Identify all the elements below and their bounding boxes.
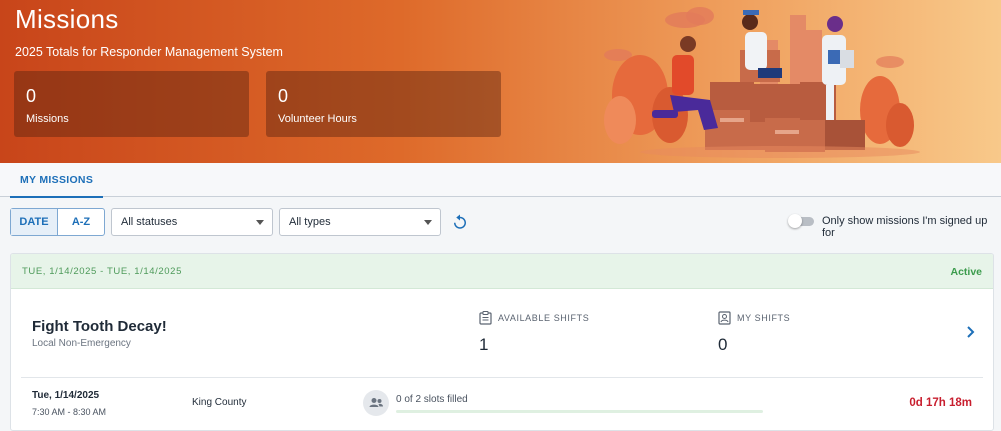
refresh-icon[interactable] [451,213,469,231]
slots-filled-text: 0 of 2 slots filled [396,394,468,405]
shift-location: King County [192,397,247,408]
status-filter-value: All statuses [121,216,178,228]
volunteer-hours-count: 0 [278,86,289,106]
toggle-knob [788,214,802,228]
my-shifts-label: MY SHIFTS [737,313,791,323]
sort-az-button[interactable]: A-Z [57,209,104,235]
shift-countdown: 0d 17h 18m [909,397,972,409]
available-shifts-count: 1 [479,335,489,354]
clipboard-icon [479,311,492,325]
shift-date: Tue, 1/14/2025 [32,390,100,401]
page-title: Missions [15,4,119,34]
signed-up-toggle[interactable] [788,214,814,228]
mission-type: Local Non-Emergency [32,338,131,349]
chevron-down-icon [424,220,432,225]
available-shifts-label: AVAILABLE SHIFTS [498,313,590,323]
volunteer-hours-label: Volunteer Hours [278,113,357,125]
my-shifts-count: 0 [718,335,728,354]
my-shifts-block: MY SHIFTS 0 [718,311,790,355]
shift-time: 7:30 AM - 8:30 AM [32,407,107,417]
signed-up-toggle-label: Only show missions I'm signed up for [822,215,988,239]
id-badge-icon [718,311,731,325]
people-icon [363,390,389,416]
type-filter-value: All types [289,216,331,228]
mission-date-range: TUE, 1/14/2025 - TUE, 1/14/2025 [22,266,182,277]
available-shifts-block: AVAILABLE SHIFTS 1 [479,311,589,355]
page-subtitle: 2025 Totals for Responder Management Sys… [15,45,283,59]
missions-stat-card: 0 Missions [14,71,249,137]
volunteers-illustration [604,7,920,158]
type-filter-select[interactable]: All types [279,208,441,236]
chevron-down-icon [256,220,264,225]
missions-label: Missions [26,113,69,125]
mission-card[interactable]: TUE, 1/14/2025 - TUE, 1/14/2025 Active F… [10,253,994,431]
sort-date-button[interactable]: DATE [11,209,57,235]
divider [21,377,983,378]
status-filter-select[interactable]: All statuses [111,208,273,236]
mission-title[interactable]: Fight Tooth Decay! [32,318,167,335]
sort-toggle: DATE A-Z [10,208,105,236]
tab-bar: MY MISSIONS [0,163,1001,198]
people-glyph [369,398,383,407]
chevron-right-icon[interactable] [965,326,975,338]
slots-progress-bar [396,410,763,413]
status-badge: Active [950,266,982,278]
mission-card-header: TUE, 1/14/2025 - TUE, 1/14/2025 Active [11,254,993,289]
volunteer-hours-stat-card: 0 Volunteer Hours [266,71,501,137]
header-banner: Missions 2025 Totals for Responder Manag… [0,0,1001,163]
tab-my-missions[interactable]: MY MISSIONS [10,163,104,198]
missions-count: 0 [26,86,37,106]
